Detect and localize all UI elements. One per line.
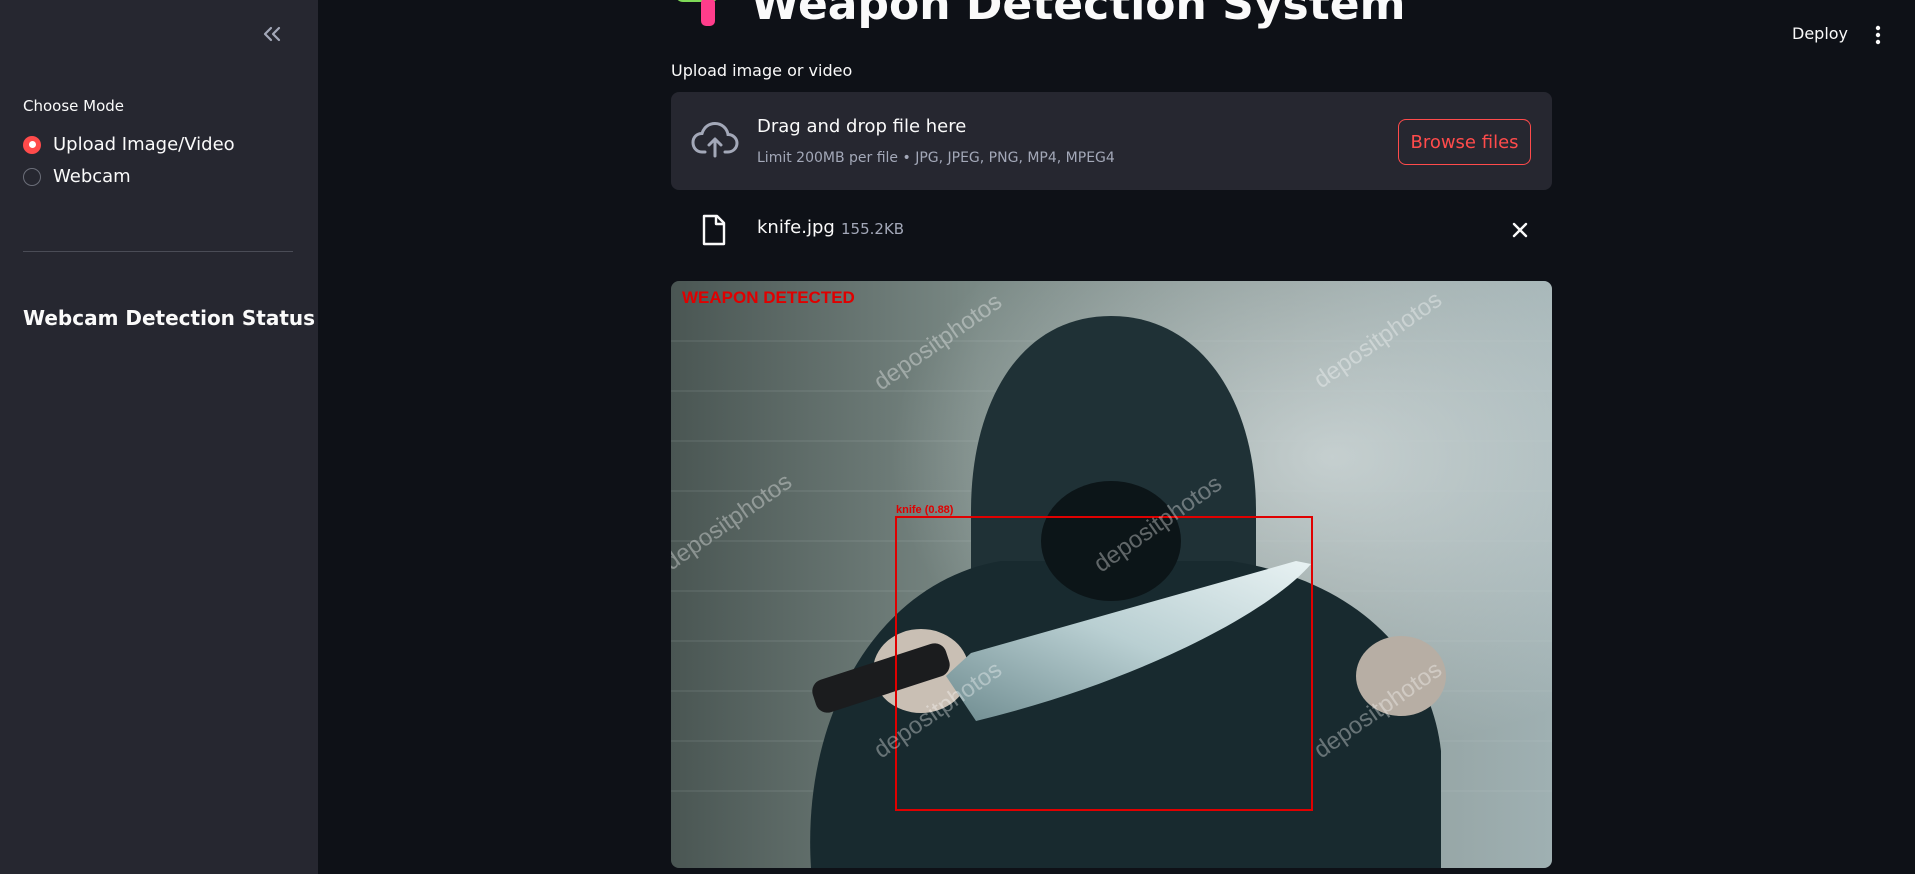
- file-icon: [702, 214, 726, 246]
- dropzone-title: Drag and drop file here: [757, 116, 967, 137]
- remove-file-icon[interactable]: [1508, 218, 1532, 242]
- double-chevron-left-icon: [263, 26, 281, 42]
- page-title: Weapon Detection System: [671, 0, 1405, 30]
- page-title-text: Weapon Detection System: [751, 0, 1406, 30]
- radio-label: Upload Image/Video: [53, 134, 235, 155]
- main-menu-button[interactable]: [1870, 24, 1886, 46]
- detection-result-image: knife (0.88) WEAPON DETECTED depositphot…: [671, 281, 1552, 868]
- weapon-detected-banner: WEAPON DETECTED: [682, 288, 855, 307]
- radio-unselected-icon: [23, 167, 41, 186]
- uploader-label: Upload image or video: [671, 61, 853, 80]
- dropzone-limit-text: Limit 200MB per file • JPG, JPEG, PNG, M…: [757, 150, 1115, 166]
- radio-label: Webcam: [53, 166, 131, 187]
- cloud-upload-icon: [691, 121, 739, 158]
- sidebar-divider: [23, 251, 293, 252]
- radio-webcam[interactable]: Webcam: [23, 166, 131, 187]
- file-size: 155.2KB: [841, 220, 905, 238]
- uploaded-file-row: knife.jpg 155.2KB: [671, 210, 1552, 250]
- file-name: knife.jpg: [757, 217, 835, 238]
- sidebar: Choose Mode Upload Image/Video Webcam We…: [0, 0, 318, 874]
- radio-upload-image-video[interactable]: Upload Image/Video: [23, 134, 235, 155]
- deploy-button[interactable]: Deploy: [1792, 24, 1848, 43]
- choose-mode-label: Choose Mode: [23, 97, 125, 115]
- browse-files-button[interactable]: Browse files: [1398, 119, 1531, 165]
- water-gun-icon: [677, 0, 717, 26]
- radio-selected-icon: [23, 135, 41, 154]
- collapse-sidebar-button[interactable]: [258, 20, 286, 48]
- webcam-status-heading: Webcam Detection Status: [23, 306, 316, 330]
- file-dropzone[interactable]: Drag and drop file here Limit 200MB per …: [671, 92, 1552, 190]
- detection-label: knife (0.88): [896, 504, 954, 516]
- more-vertical-icon: [1875, 25, 1881, 45]
